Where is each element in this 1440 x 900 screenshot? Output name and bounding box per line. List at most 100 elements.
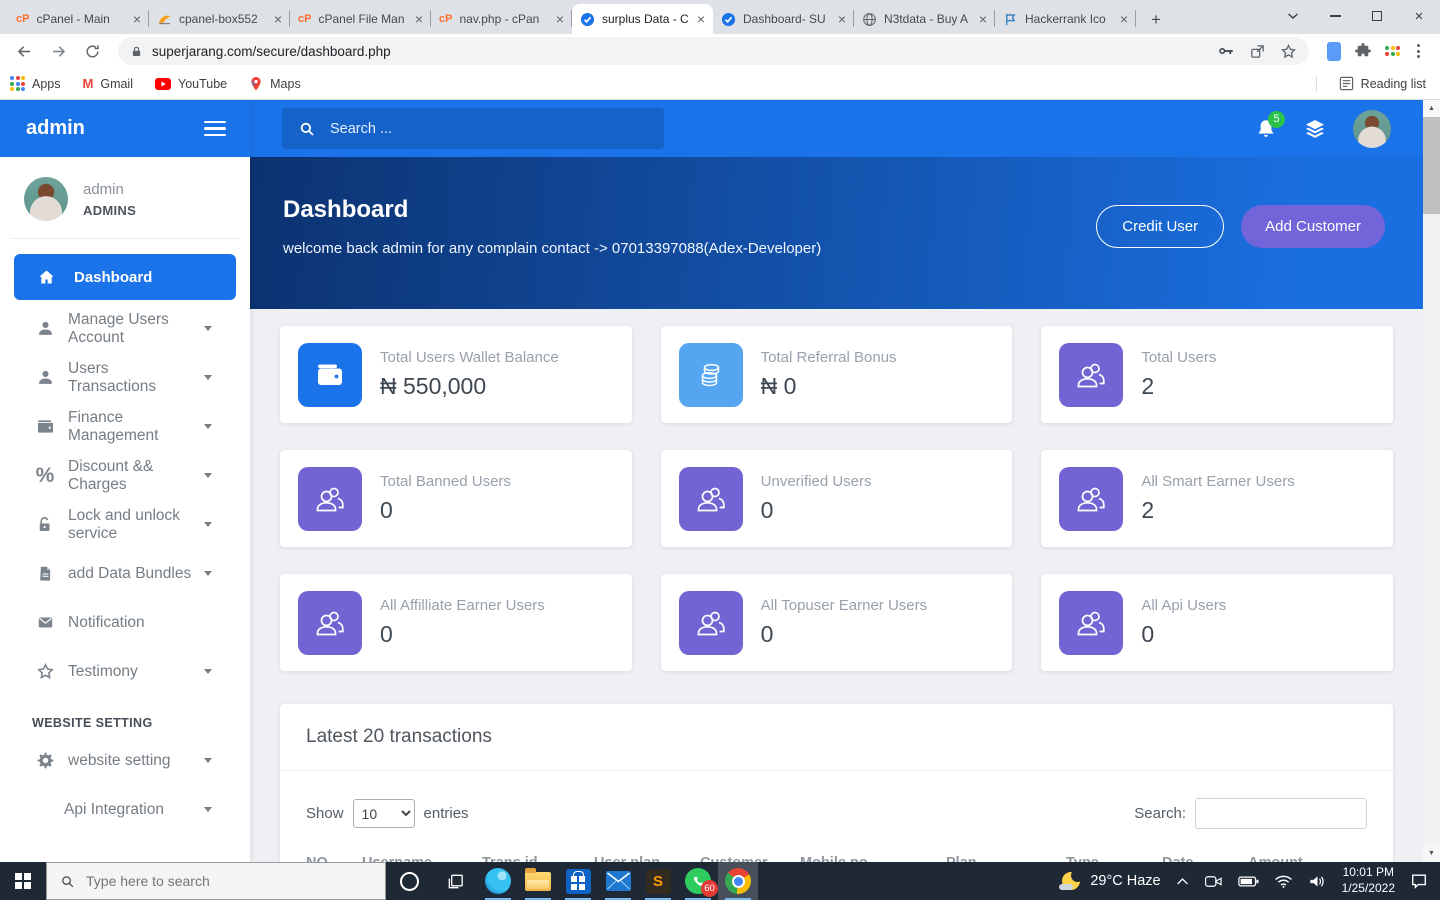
- key-icon[interactable]: [1217, 42, 1235, 60]
- folder-icon: [525, 872, 551, 891]
- weather-widget[interactable]: 29°C Haze: [1061, 871, 1160, 891]
- bookmark-maps[interactable]: Maps: [249, 76, 301, 92]
- browser-tab-active[interactable]: surplus Data - C ×: [572, 4, 713, 34]
- browser-tab[interactable]: cP cPanel - Main ×: [8, 4, 149, 34]
- taskbar-app-chrome[interactable]: [718, 862, 758, 900]
- table-search-input[interactable]: [1195, 798, 1367, 829]
- column-header[interactable]: Date: [1162, 855, 1248, 862]
- back-icon[interactable]: [10, 37, 38, 65]
- browser-tab[interactable]: Hackerrank Ico ×: [995, 4, 1136, 34]
- tab-close-icon[interactable]: ×: [556, 12, 564, 26]
- reading-list-button[interactable]: Reading list: [1339, 76, 1426, 91]
- column-header[interactable]: Trans id: [482, 855, 594, 862]
- tab-close-icon[interactable]: ×: [133, 12, 141, 26]
- credit-user-button[interactable]: Credit User: [1096, 205, 1224, 248]
- browser-tab[interactable]: cP cPanel File Man ×: [290, 4, 431, 34]
- stat-card-api-users: All Api Users0: [1041, 574, 1393, 671]
- browser-tab[interactable]: cpanel-box552 ×: [149, 4, 290, 34]
- scroll-up-arrow[interactable]: ▲: [1423, 100, 1440, 117]
- taskbar-app-mail[interactable]: [598, 862, 638, 900]
- avatar[interactable]: [1353, 110, 1391, 148]
- lock-icon[interactable]: [130, 45, 143, 58]
- stat-card-topuser-earner-users: All Topuser Earner Users0: [661, 574, 1013, 671]
- entries-select[interactable]: 10: [353, 799, 415, 828]
- taskbar-search-input[interactable]: [86, 873, 372, 889]
- sidebar-item-testimony[interactable]: Testimony: [0, 647, 250, 696]
- bookmark-youtube[interactable]: YouTube: [155, 77, 227, 91]
- battery-icon[interactable]: [1238, 875, 1259, 888]
- column-header[interactable]: Plan: [946, 855, 1066, 862]
- taskbar-app-whatsapp[interactable]: 60: [678, 862, 718, 900]
- notifications-button[interactable]: 5: [1255, 118, 1277, 140]
- address-bar[interactable]: superjarang.com/secure/dashboard.php: [118, 37, 1309, 65]
- tab-close-icon[interactable]: ×: [697, 12, 705, 26]
- share-icon[interactable]: [1249, 43, 1266, 60]
- wifi-icon[interactable]: [1274, 874, 1293, 889]
- stat-label: All Topuser Earner Users: [761, 597, 927, 614]
- taskbar-app-edge[interactable]: [478, 862, 518, 900]
- tray-chevron-up-icon[interactable]: [1176, 877, 1189, 886]
- chevron-down-icon[interactable]: [1272, 0, 1314, 32]
- scroll-down-arrow[interactable]: ▼: [1423, 845, 1440, 862]
- column-header[interactable]: Customer: [700, 855, 800, 862]
- taskbar-app-store[interactable]: [558, 862, 598, 900]
- meet-now-icon[interactable]: [1204, 874, 1223, 889]
- column-header[interactable]: Username: [362, 855, 482, 862]
- scrollbar-thumb[interactable]: [1423, 117, 1440, 214]
- page-scrollbar[interactable]: ▲ ▼: [1423, 100, 1440, 862]
- column-header[interactable]: Mobile no: [800, 855, 946, 862]
- globe-icon: [862, 12, 877, 27]
- tab-close-icon[interactable]: ×: [838, 12, 846, 26]
- hamburger-menu-icon[interactable]: [204, 121, 226, 137]
- sidebar-item-discount-charges[interactable]: % Discount && Charges: [0, 451, 250, 500]
- bookmark-star-icon[interactable]: [1280, 43, 1297, 60]
- browser-tab[interactable]: N3tdata - Buy A ×: [854, 4, 995, 34]
- taskbar-app-file-explorer[interactable]: [518, 862, 558, 900]
- volume-icon[interactable]: [1308, 874, 1327, 889]
- task-view-button[interactable]: [432, 862, 478, 900]
- sidebar-item-dashboard[interactable]: Dashboard: [14, 254, 236, 300]
- tab-close-icon[interactable]: ×: [415, 12, 423, 26]
- column-header[interactable]: User plan: [594, 855, 700, 862]
- tab-close-icon[interactable]: ×: [1120, 12, 1128, 26]
- add-customer-button[interactable]: Add Customer: [1241, 205, 1385, 248]
- cheap-data-extension-icon[interactable]: [1385, 46, 1400, 56]
- navbar-search[interactable]: [282, 108, 664, 149]
- taskbar-app-sublime[interactable]: S: [638, 862, 678, 900]
- sidebar-item-website-setting[interactable]: website setting: [0, 736, 250, 785]
- tab-close-icon[interactable]: ×: [274, 12, 282, 26]
- bookmark-apps[interactable]: Apps: [10, 76, 61, 91]
- browser-tab[interactable]: Dashboard- SU ×: [713, 4, 854, 34]
- browser-menu-icon[interactable]: [1413, 44, 1424, 58]
- tab-close-icon[interactable]: ×: [979, 12, 987, 26]
- close-button[interactable]: ×: [1398, 0, 1440, 32]
- search-input[interactable]: [330, 121, 648, 137]
- reload-icon[interactable]: [78, 37, 106, 65]
- cortana-button[interactable]: [386, 862, 432, 900]
- column-header[interactable]: Amount: [1248, 855, 1328, 862]
- sidebar-item-api-integration[interactable]: Api Integration: [0, 785, 250, 834]
- action-center-icon[interactable]: [1410, 872, 1428, 890]
- column-header[interactable]: Type: [1066, 855, 1162, 862]
- puzzle-extension-icon[interactable]: [1354, 42, 1372, 60]
- avatar[interactable]: [24, 177, 68, 221]
- layers-icon[interactable]: [1303, 117, 1327, 141]
- sidebar-item-add-data-bundles[interactable]: add Data Bundles: [0, 549, 250, 598]
- forward-icon[interactable]: [44, 37, 72, 65]
- sidebar-item-manage-users[interactable]: Manage Users Account: [0, 304, 250, 353]
- taskbar-search[interactable]: [46, 862, 386, 900]
- browser-tab[interactable]: cP nav.php - cPan ×: [431, 4, 572, 34]
- sidebar-item-notification[interactable]: Notification: [0, 598, 250, 647]
- minimize-button[interactable]: [1314, 0, 1356, 32]
- sidepanel-extension-icon[interactable]: [1327, 42, 1341, 61]
- bookmark-gmail[interactable]: M Gmail: [83, 76, 134, 91]
- maximize-button[interactable]: [1356, 0, 1398, 32]
- column-header[interactable]: NO: [306, 855, 362, 862]
- start-button[interactable]: [0, 862, 46, 900]
- url-text[interactable]: superjarang.com/secure/dashboard.php: [152, 44, 391, 59]
- sidebar-item-lock-unlock[interactable]: Lock and unlock service: [0, 500, 250, 549]
- sidebar-item-users-transactions[interactable]: Users Transactions: [0, 353, 250, 402]
- new-tab-button[interactable]: +: [1142, 6, 1170, 34]
- sidebar-item-finance-management[interactable]: Finance Management: [0, 402, 250, 451]
- taskbar-clock[interactable]: 10:01 PM 1/25/2022: [1342, 865, 1395, 896]
